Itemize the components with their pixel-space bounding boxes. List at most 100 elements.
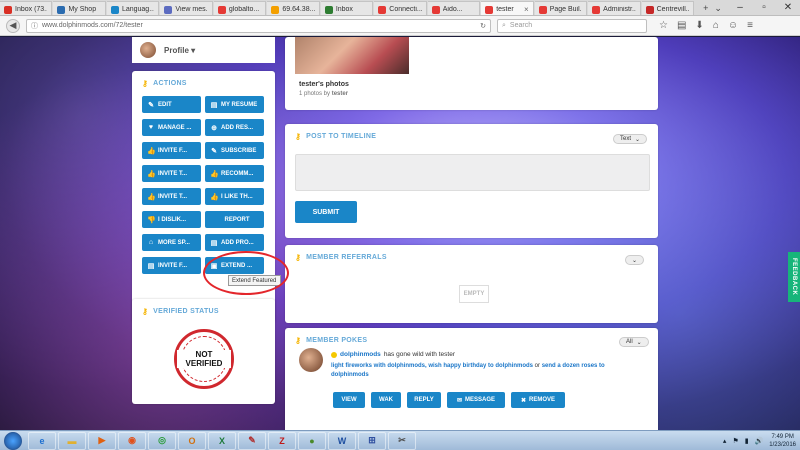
tab-label: Aido...: [442, 6, 463, 13]
referrals-toggle[interactable]: ⌄: [625, 255, 645, 265]
poke-avatar[interactable]: [299, 348, 323, 372]
poke-action-button[interactable]: WAK: [371, 392, 401, 408]
tab-label: 69.64.38...: [282, 6, 315, 13]
post-type-select[interactable]: Text ⌄: [613, 134, 648, 144]
suggestion-or: or: [534, 363, 541, 369]
poke-action-button[interactable]: REPLY: [407, 392, 441, 408]
photo-thumbnail[interactable]: [295, 37, 409, 74]
taskbar-paint-icon[interactable]: ✎: [238, 431, 266, 450]
action-button[interactable]: 👍 INVITE F...: [142, 142, 201, 159]
tray-network-icon[interactable]: ▮: [745, 437, 749, 445]
tab-label: Page Buil...: [549, 6, 583, 13]
pokes-title: MEMBER POKES: [306, 337, 368, 344]
action-button[interactable]: ▤ MY RESUME: [205, 96, 264, 113]
action-button[interactable]: 👍 I LIKE TH...: [205, 188, 264, 205]
browser-tab[interactable]: Administr...: [588, 1, 641, 15]
browser-tab[interactable]: Aido...: [427, 1, 481, 15]
poke-user-link[interactable]: dolphinmods: [340, 351, 381, 358]
browser-tab[interactable]: View mes...: [160, 1, 213, 15]
search-bar[interactable]: ⌕ Search: [497, 18, 647, 33]
taskbar-filezilla-icon[interactable]: Z: [268, 431, 296, 450]
taskbar-outlook-icon[interactable]: O: [178, 431, 206, 450]
clock[interactable]: 7:49 PM 1/23/2016: [769, 433, 796, 449]
post-textarea[interactable]: [295, 154, 650, 191]
post-to-timeline-card: ⚷ POST TO TIMELINE Text ⌄ SUBMIT: [285, 124, 658, 238]
bookmark-star-icon[interactable]: ☆: [659, 20, 668, 31]
action-button[interactable]: 👍 INVITE T...: [142, 188, 201, 205]
tab-favicon-icon: [4, 5, 12, 14]
menu-icon[interactable]: ≡: [747, 20, 753, 31]
browser-tab[interactable]: tester ×: [481, 1, 534, 15]
poke-action-button[interactable]: VIEW: [333, 392, 365, 408]
taskbar-tools-icon[interactable]: ✂: [388, 431, 416, 450]
avatar[interactable]: [140, 42, 156, 58]
browser-tab[interactable]: Connecti...: [374, 1, 427, 15]
home-icon[interactable]: ⌂: [713, 20, 719, 31]
browser-tab[interactable]: 69.64.38...: [267, 1, 320, 15]
browser-tab-bar: Inbox (73... My Shop Languag... View mes...…: [0, 0, 800, 16]
close-tab-icon[interactable]: ×: [524, 5, 529, 14]
action-button[interactable]: 👍 RECOMM...: [205, 165, 264, 182]
tray-volume-icon[interactable]: 🔊: [755, 437, 764, 445]
site-info-icon[interactable]: ⓘ: [31, 21, 38, 31]
poke-action-button[interactable]: ✖ REMOVE: [511, 392, 565, 408]
browser-tab[interactable]: Page Buil...: [534, 1, 588, 15]
reload-icon[interactable]: ↻: [480, 22, 486, 30]
photos-owner[interactable]: tester: [332, 91, 348, 97]
poke-button-label: WAK: [379, 397, 393, 403]
taskbar-chrome-icon[interactable]: ◎: [148, 431, 176, 450]
tab-list-icon[interactable]: ⌄: [714, 3, 722, 14]
action-button[interactable]: REPORT: [205, 211, 264, 228]
action-button[interactable]: 👍 INVITE T...: [142, 165, 201, 182]
smiley-icon[interactable]: ☺: [728, 20, 738, 31]
action-button-icon: ✎: [211, 147, 217, 155]
download-icon[interactable]: ⬇: [695, 20, 703, 31]
feedback-tab[interactable]: FEEDBACK: [788, 252, 800, 302]
maximize-icon[interactable]: ▫: [752, 0, 776, 15]
taskbar-word-icon[interactable]: W: [328, 431, 356, 450]
poke-action-button[interactable]: ✉ MESSAGE: [447, 392, 505, 408]
taskbar-excel-icon[interactable]: X: [208, 431, 236, 450]
tray-flag-icon[interactable]: ⚑: [732, 437, 738, 445]
photos-title[interactable]: tester's photos: [299, 81, 349, 88]
browser-tab[interactable]: Centrevill...: [641, 1, 695, 15]
back-button[interactable]: ◀: [6, 18, 20, 33]
action-button[interactable]: 👎 I DISLIK...: [142, 211, 201, 228]
url-bar[interactable]: ⓘ www.dolphinmods.com/72/tester ↻: [26, 18, 491, 33]
taskbar-folder-icon[interactable]: ▬: [58, 431, 86, 450]
reading-list-icon[interactable]: ▤: [677, 20, 686, 31]
action-button[interactable]: ✎ SUBSCRIBE: [205, 142, 264, 159]
tray-up-icon[interactable]: ▴: [723, 437, 727, 445]
browser-tab[interactable]: Inbox (73...: [0, 1, 53, 15]
suggestion-link-1[interactable]: light fireworks with dolphinmods, wish h…: [331, 363, 533, 369]
action-button[interactable]: ✎ EDIT: [142, 96, 201, 113]
browser-nav-bar: ◀ ⓘ www.dolphinmods.com/72/tester ↻ ⌕ Se…: [0, 16, 800, 36]
profile-header[interactable]: Profile ▾: [132, 37, 275, 63]
action-button-icon: 👎: [147, 216, 156, 224]
taskbar-media-icon[interactable]: ▶: [88, 431, 116, 450]
browser-tab[interactable]: Inbox: [320, 1, 374, 15]
referrals-title: MEMBER REFERRALS: [306, 254, 387, 261]
action-button-label: MANAGE ...: [158, 124, 192, 131]
pokes-filter-select[interactable]: All ⌄: [619, 337, 649, 347]
submit-button[interactable]: SUBMIT: [295, 201, 357, 223]
taskbar-firefox-icon[interactable]: ◉: [118, 431, 146, 450]
browser-tab[interactable]: globalto...: [213, 1, 267, 15]
new-tab-icon[interactable]: +: [703, 3, 708, 13]
minimize-icon[interactable]: –: [728, 0, 752, 15]
action-button[interactable]: ▤ INVITE F...: [142, 257, 201, 274]
taskbar-ie-icon[interactable]: e: [28, 431, 56, 450]
browser-tab[interactable]: Languag...: [106, 1, 160, 15]
taskbar-frog-icon[interactable]: ●: [298, 431, 326, 450]
action-button[interactable]: ▤ ADD PRO...: [205, 234, 264, 251]
close-window-icon[interactable]: ✕: [776, 0, 800, 15]
browser-tab[interactable]: My Shop: [53, 1, 106, 15]
action-button[interactable]: ♥ MANAGE ...: [142, 119, 201, 136]
tab-favicon-icon: [57, 5, 66, 14]
action-button[interactable]: ⊕ ADD RES...: [205, 119, 264, 136]
profile-menu-label[interactable]: Profile ▾: [164, 46, 195, 55]
action-button[interactable]: ⌂ MORE SP...: [142, 234, 201, 251]
taskbar-network-icon[interactable]: ⊞: [358, 431, 386, 450]
highlight-circle: [203, 251, 289, 295]
start-button[interactable]: [4, 431, 22, 450]
